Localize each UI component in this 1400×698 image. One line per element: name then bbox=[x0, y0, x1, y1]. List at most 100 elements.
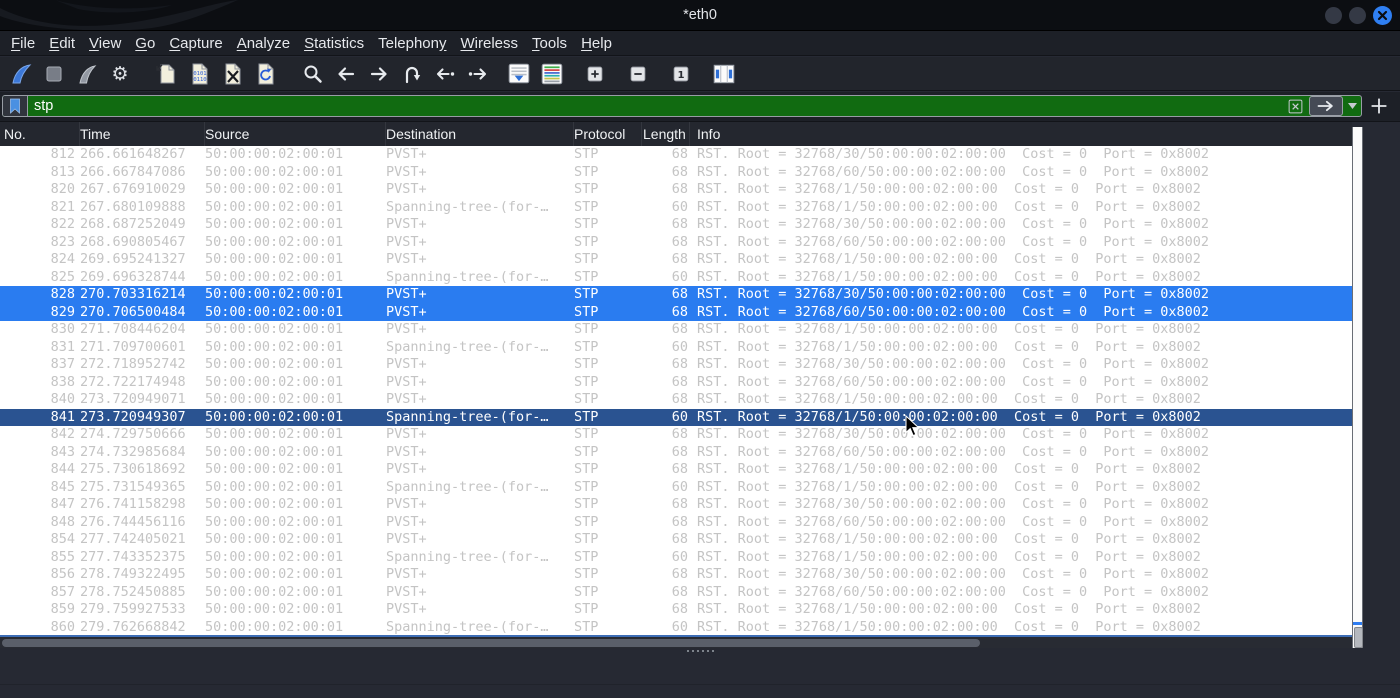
auto-scroll-button[interactable] bbox=[504, 59, 533, 88]
go-forward-button[interactable] bbox=[364, 59, 393, 88]
capture-options-button[interactable]: ⚙ bbox=[105, 59, 134, 88]
next-packet-button[interactable] bbox=[463, 59, 492, 88]
table-row[interactable]: 830 271.708446204 50:00:00:02:00:01 PVST+ ST… bbox=[0, 321, 1352, 339]
bookmark-icon bbox=[10, 98, 20, 114]
table-row[interactable]: 860 279.762668842 50:00:00:02:00:01 Spannin… bbox=[0, 619, 1352, 637]
table-row[interactable]: 847 276.741158298 50:00:00:02:00:01 PVST+ ST… bbox=[0, 496, 1352, 514]
cell-source: 50:00:00:02:00:01 bbox=[205, 286, 344, 302]
table-row[interactable]: 844 275.730618692 50:00:00:02:00:01 PVST+ ST… bbox=[0, 461, 1352, 479]
cell-length: 68 bbox=[671, 391, 688, 407]
menu-item-analyze[interactable]: Analyze bbox=[230, 31, 297, 56]
zoom-out-button[interactable] bbox=[623, 59, 652, 88]
table-row[interactable]: 842 274.729750666 50:00:00:02:00:01 PVST+ ST… bbox=[0, 426, 1352, 444]
reload-file-button[interactable] bbox=[251, 59, 280, 88]
vertical-scrollbar-thumb[interactable] bbox=[1354, 627, 1363, 648]
open-file-button[interactable] bbox=[152, 59, 181, 88]
cell-time: 266.667847086 bbox=[80, 163, 186, 180]
filter-apply-button[interactable] bbox=[1309, 96, 1343, 116]
table-row[interactable]: 829 270.706500484 50:00:00:02:00:01 PVST+ ST… bbox=[0, 303, 1352, 321]
close-button[interactable] bbox=[1373, 5, 1392, 25]
column-header-source[interactable]: Source bbox=[205, 122, 386, 146]
table-row[interactable]: 854 277.742405021 50:00:00:02:00:01 PVST+ ST… bbox=[0, 531, 1352, 549]
menu-item-capture[interactable]: Capture bbox=[162, 31, 229, 56]
minimize-button[interactable] bbox=[1325, 6, 1342, 24]
cell-info: RST. Root = 32768/1/50:00:00:02:00:00 Co… bbox=[697, 181, 1201, 197]
cell-length: 68 bbox=[671, 496, 688, 512]
cell-protocol: STP bbox=[574, 426, 599, 442]
column-header-no[interactable]: No. bbox=[0, 122, 80, 146]
save-file-button[interactable]: 0101 0110 bbox=[185, 59, 214, 88]
add-filter-button[interactable] bbox=[1368, 95, 1390, 117]
table-row[interactable]: 821 267.680109888 50:00:00:02:00:01 Spannin… bbox=[0, 199, 1352, 217]
table-row[interactable]: 824 269.695241327 50:00:00:02:00:01 PVST+ ST… bbox=[0, 251, 1352, 269]
horizontal-scrollbar-thumb[interactable] bbox=[2, 639, 980, 647]
cell-time: 267.676910029 bbox=[80, 181, 186, 197]
go-to-packet-button[interactable] bbox=[397, 59, 426, 88]
table-row[interactable]: 813 266.667847086 50:00:00:02:00:01 PVST+ ST… bbox=[0, 164, 1352, 182]
column-header-time[interactable]: Time bbox=[80, 122, 205, 146]
column-header-protocol[interactable]: Protocol bbox=[574, 122, 642, 146]
cell-info: RST. Root = 32768/30/50:00:00:02:00:00 C… bbox=[697, 356, 1210, 372]
previous-packet-button[interactable] bbox=[430, 59, 459, 88]
cell-time: 266.661648267 bbox=[80, 146, 186, 162]
window-controls bbox=[1325, 0, 1392, 30]
start-capture-button[interactable] bbox=[6, 59, 35, 88]
filter-value: stp bbox=[34, 98, 54, 114]
cell-length: 60 bbox=[671, 268, 688, 285]
table-row[interactable]: 822 268.687252049 50:00:00:02:00:01 PVST+ ST… bbox=[0, 216, 1352, 234]
normal-size-button[interactable]: 1 bbox=[666, 59, 695, 88]
table-row[interactable]: 831 271.709700601 50:00:00:02:00:01 Spannin… bbox=[0, 339, 1352, 357]
table-row[interactable]: 823 268.690805467 50:00:00:02:00:01 PVST+ ST… bbox=[0, 234, 1352, 252]
table-row[interactable]: 840 273.720949071 50:00:00:02:00:01 PVST+ ST… bbox=[0, 391, 1352, 409]
filter-bookmark-button[interactable] bbox=[3, 96, 28, 116]
maximize-button[interactable] bbox=[1349, 6, 1366, 24]
display-filter-input[interactable]: stp bbox=[2, 95, 1362, 117]
u-turn-arrow-icon bbox=[405, 66, 420, 83]
table-row[interactable]: 812 266.661648267 50:00:00:02:00:01 PVST+ ST… bbox=[0, 146, 1352, 164]
cell-protocol: STP bbox=[574, 338, 599, 355]
plus-box-icon bbox=[587, 66, 602, 81]
menu-item-telephony[interactable]: Telephony bbox=[371, 31, 453, 56]
menu-item-view[interactable]: View bbox=[82, 31, 128, 56]
horizontal-scrollbar[interactable] bbox=[0, 637, 1352, 648]
find-packet-button[interactable] bbox=[298, 59, 327, 88]
close-file-button[interactable] bbox=[218, 59, 247, 88]
zoom-in-button[interactable] bbox=[580, 59, 609, 88]
table-row[interactable]: 838 272.722174948 50:00:00:02:00:01 PVST+ ST… bbox=[0, 374, 1352, 392]
cell-destination: PVST+ bbox=[386, 356, 427, 372]
restart-capture-button[interactable] bbox=[72, 59, 101, 88]
table-row[interactable]: 859 279.759927533 50:00:00:02:00:01 PVST+ ST… bbox=[0, 601, 1352, 619]
menu-item-file[interactable]: File bbox=[4, 31, 42, 56]
table-row[interactable]: 857 278.752450885 50:00:00:02:00:01 PVST+ ST… bbox=[0, 584, 1352, 602]
column-header-destination[interactable]: Destination bbox=[386, 122, 574, 146]
colorize-packets-button[interactable] bbox=[537, 59, 566, 88]
cell-no: 856 bbox=[50, 566, 75, 582]
vertical-scrollbar[interactable] bbox=[1352, 127, 1363, 648]
table-row[interactable]: 820 267.676910029 50:00:00:02:00:01 PVST+ ST… bbox=[0, 181, 1352, 199]
table-row[interactable]: 825 269.696328744 50:00:00:02:00:01 Spannin… bbox=[0, 269, 1352, 287]
menu-item-statistics[interactable]: Statistics bbox=[297, 31, 371, 56]
cell-length: 60 bbox=[671, 338, 688, 355]
table-row[interactable]: 837 272.718952742 50:00:00:02:00:01 PVST+ ST… bbox=[0, 356, 1352, 374]
stop-capture-button[interactable] bbox=[39, 59, 68, 88]
menu-item-help[interactable]: Help bbox=[574, 31, 619, 56]
table-row[interactable]: 828 270.703316214 50:00:00:02:00:01 PVST+ ST… bbox=[0, 286, 1352, 304]
column-header-length[interactable]: Length bbox=[642, 122, 690, 146]
menu-item-edit[interactable]: Edit bbox=[42, 31, 82, 56]
table-row[interactable]: 843 274.732985684 50:00:00:02:00:01 PVST+ ST… bbox=[0, 444, 1352, 462]
filter-clear-button[interactable] bbox=[1283, 96, 1307, 116]
filter-dropdown-button[interactable] bbox=[1345, 96, 1359, 116]
menu-item-wireless[interactable]: Wireless bbox=[454, 31, 526, 56]
menu-item-go[interactable]: Go bbox=[128, 31, 162, 56]
table-row[interactable]: 848 276.744456116 50:00:00:02:00:01 PVST+ ST… bbox=[0, 514, 1352, 532]
table-row[interactable]: 841 273.720949307 50:00:00:02:00:01 Spannin… bbox=[0, 408, 1352, 426]
column-header-info[interactable]: Info bbox=[690, 122, 1352, 146]
menu-item-tools[interactable]: Tools bbox=[525, 31, 574, 56]
stop-square-icon bbox=[46, 66, 61, 81]
resize-columns-button[interactable] bbox=[709, 59, 738, 88]
table-row[interactable]: 856 278.749322495 50:00:00:02:00:01 PVST+ ST… bbox=[0, 566, 1352, 584]
table-row[interactable]: 855 277.743352375 50:00:00:02:00:01 Spannin… bbox=[0, 549, 1352, 567]
cell-source: 50:00:00:02:00:01 bbox=[205, 391, 344, 407]
table-row[interactable]: 845 275.731549365 50:00:00:02:00:01 Spannin… bbox=[0, 479, 1352, 497]
go-back-button[interactable] bbox=[331, 59, 360, 88]
